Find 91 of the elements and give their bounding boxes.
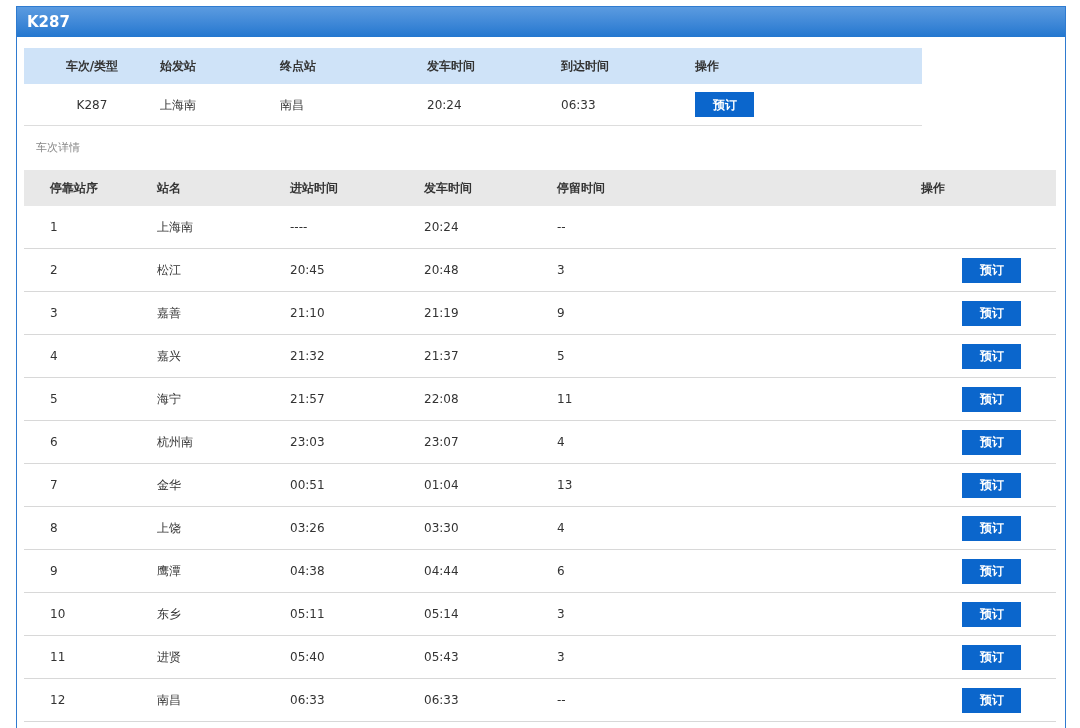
book-button[interactable]: 预订 [962,343,1021,369]
table-cell-text: 3 [557,606,565,623]
table-cell-text: 6 [50,434,58,451]
column-header: 操作 [921,180,945,197]
table-cell-text: 21:19 [424,305,459,322]
table-cell-text: ---- [290,219,308,236]
table-cell-text: 嘉善 [157,305,181,322]
table-cell-text: 进贤 [157,649,181,666]
table-cell-text: 20:48 [424,262,459,279]
column-header: 到达时间 [561,59,609,73]
table-cell-text: 鹰潭 [157,563,181,580]
table-cell-text: 20:24 [424,219,459,236]
table-cell-text: 金华 [157,477,181,494]
table-cell: 20:24 [427,97,462,112]
table-cell-text: 4 [557,520,565,537]
table-cell-text: 00:51 [290,477,325,494]
panel-title: K287 [27,11,70,33]
book-button[interactable]: 预订 [962,257,1021,283]
book-button[interactable]: 预订 [962,429,1021,455]
book-button[interactable]: 预订 [962,515,1021,541]
table-cell-text: 21:37 [424,348,459,365]
table-cell-text: 12 [50,692,66,709]
table-cell-text: 23:07 [424,434,459,451]
table-cell-text: 5 [557,348,565,365]
column-header: 停靠站序 [50,180,98,197]
book-button[interactable]: 预订 [962,644,1021,670]
table-cell-text: 10 [50,606,66,623]
table-cell-text: 11 [557,391,573,408]
table-cell-text: 23:03 [290,434,325,451]
book-button[interactable]: 预订 [695,92,754,117]
table-cell-text: 7 [50,477,58,494]
table-cell-text: 03:30 [424,520,459,537]
table-cell-text: 05:40 [290,649,325,666]
table-cell-text: 20:45 [290,262,325,279]
table-cell-text: 南昌 [157,692,181,709]
table-cell-text: 9 [50,563,58,580]
table-cell-text: 8 [50,520,58,537]
table-cell-text: 05:11 [290,606,325,623]
table-cell-text: 21:10 [290,305,325,322]
table-cell-text: 上饶 [157,520,181,537]
table-cell-text: 6 [557,563,565,580]
book-button[interactable]: 预订 [962,558,1021,584]
table-cell-text: 06:33 [424,692,459,709]
table-cell-text: 5 [50,391,58,408]
column-header: 发车时间 [424,180,472,197]
table-cell-text: 04:38 [290,563,325,580]
column-header: 站名 [157,180,181,197]
table-cell-text: 05:43 [424,649,459,666]
table-cell: 上海南 [160,97,196,112]
table-cell-text: -- [557,219,566,236]
table-cell-text: 3 [50,305,58,322]
column-header: 车次/类型 [65,59,119,73]
table-cell-text: -- [557,692,566,709]
table-cell: 06:33 [561,97,596,112]
column-header: 终点站 [280,59,316,73]
book-button[interactable]: 预订 [962,386,1021,412]
table-cell-text: 21:32 [290,348,325,365]
table-cell-text: 松江 [157,262,181,279]
table-cell-text: 03:26 [290,520,325,537]
book-button[interactable]: 预订 [962,601,1021,627]
column-header: 操作 [695,59,719,73]
table-cell-text: 22:08 [424,391,459,408]
book-button[interactable]: 预订 [962,300,1021,326]
book-button[interactable]: 预订 [962,687,1021,713]
table-cell-text: 4 [50,348,58,365]
table-cell-text: 海宁 [157,391,181,408]
column-header: 停留时间 [557,180,605,197]
table-cell: K287 [76,97,108,112]
table-cell-text: 东乡 [157,606,181,623]
section-label: 车次详情 [36,139,80,156]
table-cell-text: 杭州南 [157,434,193,451]
column-header: 进站时间 [290,180,338,197]
table-cell-text: 2 [50,262,58,279]
table-cell-text: 04:44 [424,563,459,580]
table-cell-text: 01:04 [424,477,459,494]
book-button[interactable]: 预订 [962,472,1021,498]
table-cell-text: 3 [557,649,565,666]
column-header: 发车时间 [427,59,475,73]
table-cell-text: 3 [557,262,565,279]
table-cell-text: 4 [557,434,565,451]
table-cell-text: 上海南 [157,219,193,236]
table-cell-text: 11 [50,649,66,666]
table-cell-text: 06:33 [290,692,325,709]
table-cell: 南昌 [280,97,304,112]
table-cell-text: 21:57 [290,391,325,408]
table-cell-text: 9 [557,305,565,322]
table-cell-text: 嘉兴 [157,348,181,365]
table-cell-text: 1 [50,219,58,236]
column-header: 始发站 [160,59,196,73]
table-cell-text: 13 [557,477,573,494]
table-cell-text: 05:14 [424,606,459,623]
